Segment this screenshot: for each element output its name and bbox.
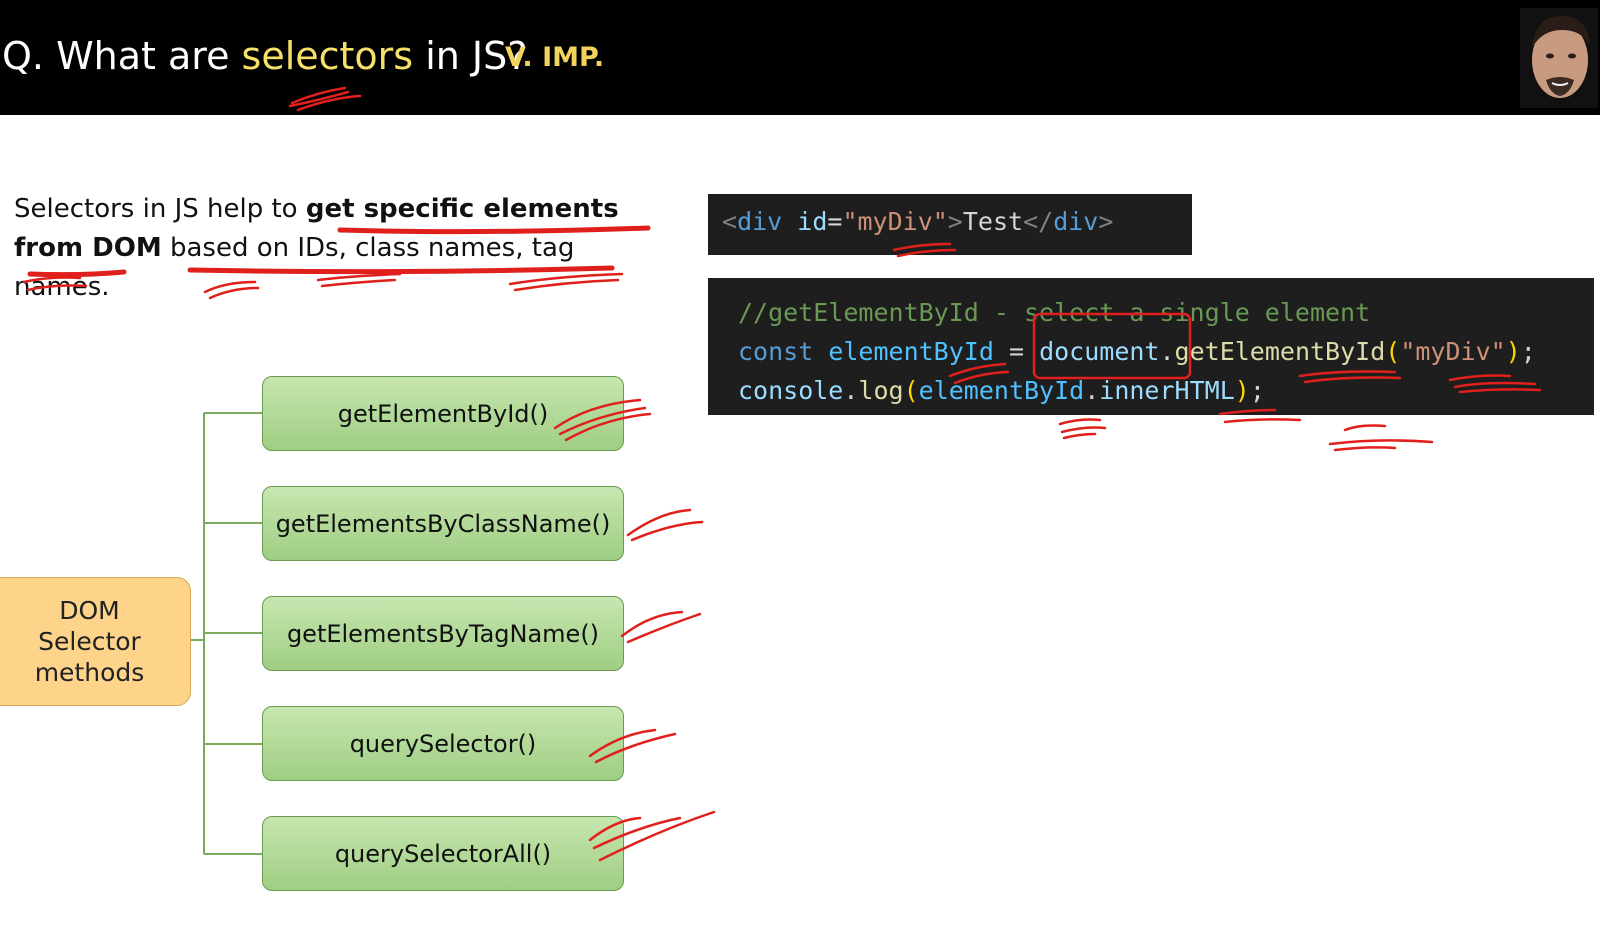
- ink-scribble: [626, 508, 704, 542]
- ink-box: [1032, 312, 1192, 380]
- ink-scribble: [1058, 418, 1107, 440]
- ink-scribble: [508, 272, 624, 292]
- ink-scribble: [588, 810, 716, 862]
- ink-scribble: [1448, 374, 1542, 394]
- ink-scribble: [316, 272, 402, 288]
- ink-underline: [337, 225, 651, 235]
- ink-underline: [187, 265, 615, 275]
- ink-scribble: [288, 86, 362, 112]
- ink-scribble: [948, 362, 1010, 385]
- ink-scribble: [588, 728, 677, 764]
- ink-annotations: [22, 86, 1542, 862]
- ink-scribble: [1298, 370, 1402, 384]
- ink-underline: [27, 269, 127, 278]
- ink-scribble: [620, 610, 702, 644]
- ink-scribble: [22, 276, 88, 292]
- ink-scribble: [553, 398, 652, 442]
- ink-scribble: [1328, 424, 1434, 452]
- ink-scribble: [892, 242, 957, 258]
- ink-scribble: [203, 280, 260, 300]
- ink-scribble: [1218, 408, 1302, 424]
